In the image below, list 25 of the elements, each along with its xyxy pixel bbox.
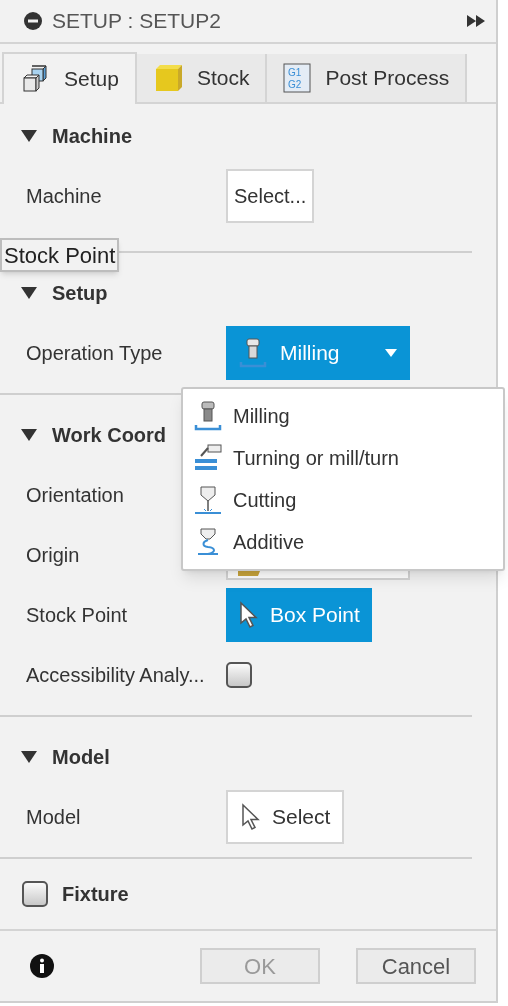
- select-button[interactable]: Select...: [226, 169, 315, 223]
- fixture-label: Fixture: [62, 882, 129, 907]
- tooltip: Stock Point: [0, 238, 120, 272]
- field-label: Operation Type: [26, 342, 163, 364]
- menu-item[interactable]: Cutting: [183, 479, 503, 521]
- section-header[interactable]: Model: [0, 737, 110, 777]
- tab[interactable]: Stock: [136, 54, 268, 102]
- model-select-button[interactable]: Select: [226, 790, 345, 844]
- gcode-icon: G1 G2: [283, 63, 312, 93]
- menu-item[interactable]: Additive: [183, 521, 503, 563]
- field-label: Machine: [26, 185, 102, 207]
- menu-item[interactable]: Milling: [183, 395, 503, 437]
- tab[interactable]: Setup: [2, 52, 137, 104]
- field-label: Orientation: [26, 484, 124, 506]
- section-header[interactable]: Machine: [0, 116, 133, 156]
- menu-item[interactable]: Turning or mill/turn: [183, 437, 503, 479]
- cancel-button[interactable]: Cancel: [356, 948, 476, 984]
- field-label: Stock Point: [26, 604, 128, 626]
- field-label: Origin: [26, 544, 80, 566]
- field-label: Model: [26, 806, 81, 828]
- section-header[interactable]: Setup: [0, 273, 108, 313]
- window-title: SETUP : SETUP2: [52, 8, 222, 35]
- tab[interactable]: G1 G2 Post Process: [267, 54, 468, 102]
- section-header[interactable]: Work Coord: [0, 415, 167, 455]
- field-label: Accessibility Analy...: [26, 664, 205, 686]
